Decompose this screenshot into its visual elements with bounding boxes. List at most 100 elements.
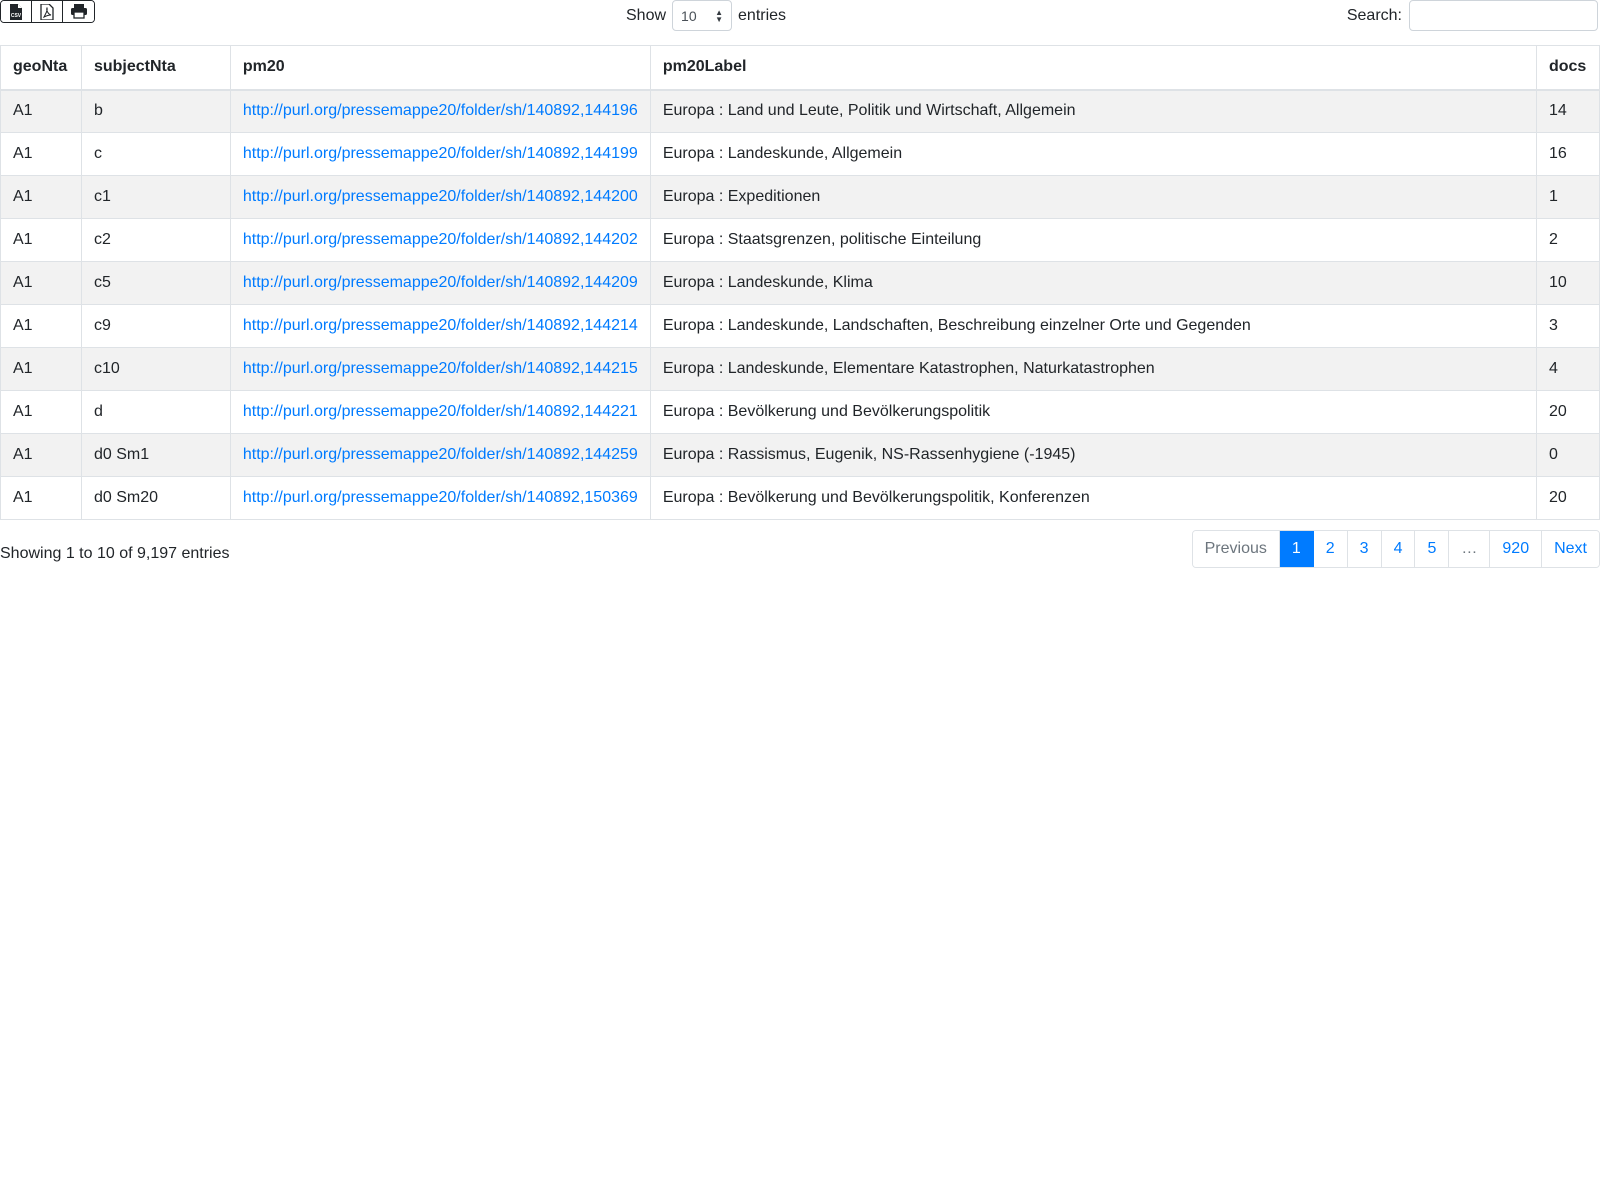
column-header-geonta[interactable]: geoNta bbox=[0, 45, 82, 91]
pagination: Previous 1 2 3 4 5 … 920 Next bbox=[1191, 530, 1600, 568]
cell-pm20label: Europa : Bevölkerung und Bevölkerungspol… bbox=[649, 476, 1537, 520]
pm20-link[interactable]: http://purl.org/pressemappe20/folder/sh/… bbox=[243, 489, 638, 506]
print-icon bbox=[70, 4, 87, 19]
csv-file-icon: CSV bbox=[10, 3, 22, 20]
cell-pm20label: Europa : Staatsgrenzen, politische Einte… bbox=[649, 218, 1537, 262]
cell-geonta: A1 bbox=[0, 390, 82, 434]
column-header-pm20[interactable]: pm20 bbox=[229, 45, 651, 91]
cell-subjectnta: b bbox=[80, 89, 231, 133]
table-header-row: geoNta subjectNta pm20 pm20Label docs bbox=[0, 45, 1600, 91]
table-row: A1 c9 http://purl.org/pressemappe20/fold… bbox=[0, 304, 1600, 348]
cell-pm20: http://purl.org/pressemappe20/folder/sh/… bbox=[229, 218, 651, 262]
cell-subjectnta: c9 bbox=[80, 304, 231, 348]
cell-docs: 0 bbox=[1535, 433, 1600, 477]
column-header-subjectnta[interactable]: subjectNta bbox=[80, 45, 231, 91]
table-row: A1 c2 http://purl.org/pressemappe20/fold… bbox=[0, 218, 1600, 262]
cell-geonta: A1 bbox=[0, 304, 82, 348]
cell-pm20: http://purl.org/pressemappe20/folder/sh/… bbox=[229, 390, 651, 434]
entries-label: entries bbox=[738, 6, 787, 24]
table-info: Showing 1 to 10 of 9,197 entries bbox=[0, 545, 230, 562]
print-button[interactable] bbox=[63, 1, 94, 22]
export-toolbar: CSV bbox=[0, 0, 95, 23]
cell-geonta: A1 bbox=[0, 218, 82, 262]
pm20-link[interactable]: http://purl.org/pressemappe20/folder/sh/… bbox=[243, 446, 638, 463]
pm20-link[interactable]: http://purl.org/pressemappe20/folder/sh/… bbox=[243, 231, 638, 248]
pm20-link[interactable]: http://purl.org/pressemappe20/folder/sh/… bbox=[243, 188, 638, 205]
select-arrows-icon: ▲ ▼ bbox=[715, 7, 724, 24]
pm20-link[interactable]: http://purl.org/pressemappe20/folder/sh/… bbox=[243, 274, 638, 291]
csv-icon-text: CSV bbox=[11, 13, 22, 19]
cell-pm20label: Europa : Rassismus, Eugenik, NS-Rassenhy… bbox=[649, 433, 1537, 477]
cell-geonta: A1 bbox=[0, 175, 82, 219]
cell-pm20label: Europa : Landeskunde, Elementare Katastr… bbox=[649, 347, 1537, 391]
cell-pm20: http://purl.org/pressemappe20/folder/sh/… bbox=[229, 89, 651, 133]
table-row: A1 c http://purl.org/pressemappe20/folde… bbox=[0, 132, 1600, 176]
pm20-link[interactable]: http://purl.org/pressemappe20/folder/sh/… bbox=[243, 360, 638, 377]
pm20-link[interactable]: http://purl.org/pressemappe20/folder/sh/… bbox=[243, 102, 638, 119]
cell-subjectnta: c10 bbox=[80, 347, 231, 391]
cell-pm20label: Europa : Landeskunde, Klima bbox=[649, 261, 1537, 305]
cell-subjectnta: c5 bbox=[80, 261, 231, 305]
pdf-button[interactable] bbox=[32, 1, 63, 22]
page-button-2[interactable]: 2 bbox=[1313, 531, 1348, 567]
search-control: Search: bbox=[1347, 0, 1598, 31]
cell-pm20label: Europa : Land und Leute, Politik und Wir… bbox=[649, 89, 1537, 133]
cell-pm20label: Europa : Bevölkerung und Bevölkerungspol… bbox=[649, 390, 1537, 434]
cell-docs: 16 bbox=[1535, 132, 1600, 176]
table-row: A1 d0 Sm1 http://purl.org/pressemappe20/… bbox=[0, 433, 1600, 477]
table-row: A1 d http://purl.org/pressemappe20/folde… bbox=[0, 390, 1600, 434]
cell-geonta: A1 bbox=[0, 476, 82, 520]
cell-pm20: http://purl.org/pressemappe20/folder/sh/… bbox=[229, 261, 651, 305]
cell-pm20label: Europa : Landeskunde, Landschaften, Besc… bbox=[649, 304, 1537, 348]
page-length-value: 10 bbox=[681, 7, 697, 24]
column-header-pm20label[interactable]: pm20Label bbox=[649, 45, 1537, 91]
cell-subjectnta: d bbox=[80, 390, 231, 434]
cell-docs: 20 bbox=[1535, 390, 1600, 434]
page-length-select[interactable]: 10 ▲ ▼ bbox=[672, 0, 733, 31]
cell-subjectnta: d0 Sm20 bbox=[80, 476, 231, 520]
data-table: geoNta subjectNta pm20 pm20Label docs A1… bbox=[0, 45, 1600, 520]
show-label: Show bbox=[626, 6, 667, 24]
pm20-link[interactable]: http://purl.org/pressemappe20/folder/sh/… bbox=[243, 145, 638, 162]
cell-pm20: http://purl.org/pressemappe20/folder/sh/… bbox=[229, 433, 651, 477]
cell-pm20: http://purl.org/pressemappe20/folder/sh/… bbox=[229, 132, 651, 176]
cell-geonta: A1 bbox=[0, 347, 82, 391]
previous-page-button[interactable]: Previous bbox=[1192, 531, 1280, 567]
pagination-ellipsis: … bbox=[1449, 531, 1491, 567]
pm20-link[interactable]: http://purl.org/pressemappe20/folder/sh/… bbox=[243, 317, 638, 334]
pm20-link[interactable]: http://purl.org/pressemappe20/folder/sh/… bbox=[243, 403, 638, 420]
cell-docs: 2 bbox=[1535, 218, 1600, 262]
search-label: Search: bbox=[1346, 6, 1402, 24]
table-row: A1 b http://purl.org/pressemappe20/folde… bbox=[0, 89, 1600, 133]
page-button-1[interactable]: 1 bbox=[1279, 531, 1314, 567]
table-row: A1 c1 http://purl.org/pressemappe20/fold… bbox=[0, 175, 1600, 219]
table-row: A1 c5 http://purl.org/pressemappe20/fold… bbox=[0, 261, 1600, 305]
csv-button[interactable]: CSV bbox=[1, 1, 32, 22]
cell-geonta: A1 bbox=[0, 89, 82, 133]
cell-pm20: http://purl.org/pressemappe20/folder/sh/… bbox=[229, 304, 651, 348]
cell-pm20label: Europa : Expeditionen bbox=[649, 175, 1537, 219]
next-page-button[interactable]: Next bbox=[1542, 531, 1599, 567]
page-button-last[interactable]: 920 bbox=[1490, 531, 1543, 567]
cell-geonta: A1 bbox=[0, 261, 82, 305]
cell-pm20label: Europa : Landeskunde, Allgemein bbox=[649, 132, 1537, 176]
search-input[interactable] bbox=[1409, 0, 1598, 31]
page-button-4[interactable]: 4 bbox=[1381, 531, 1416, 567]
cell-docs: 14 bbox=[1535, 89, 1600, 133]
cell-subjectnta: c1 bbox=[80, 175, 231, 219]
cell-subjectnta: c2 bbox=[80, 218, 231, 262]
table-row: A1 d0 Sm20 http://purl.org/pressemappe20… bbox=[0, 476, 1600, 520]
page-button-5[interactable]: 5 bbox=[1415, 531, 1450, 567]
cell-docs: 4 bbox=[1535, 347, 1600, 391]
cell-pm20: http://purl.org/pressemappe20/folder/sh/… bbox=[229, 175, 651, 219]
page-button-3[interactable]: 3 bbox=[1347, 531, 1382, 567]
column-header-docs[interactable]: docs bbox=[1535, 45, 1600, 91]
cell-pm20: http://purl.org/pressemappe20/folder/sh/… bbox=[229, 476, 651, 520]
cell-pm20: http://purl.org/pressemappe20/folder/sh/… bbox=[229, 347, 651, 391]
pdf-file-icon bbox=[40, 3, 54, 20]
page-length-control: Show 10 ▲ ▼ entries bbox=[626, 0, 786, 31]
table-row: A1 c10 http://purl.org/pressemappe20/fol… bbox=[0, 347, 1600, 391]
cell-subjectnta: c bbox=[80, 132, 231, 176]
cell-docs: 10 bbox=[1535, 261, 1600, 305]
cell-geonta: A1 bbox=[0, 132, 82, 176]
